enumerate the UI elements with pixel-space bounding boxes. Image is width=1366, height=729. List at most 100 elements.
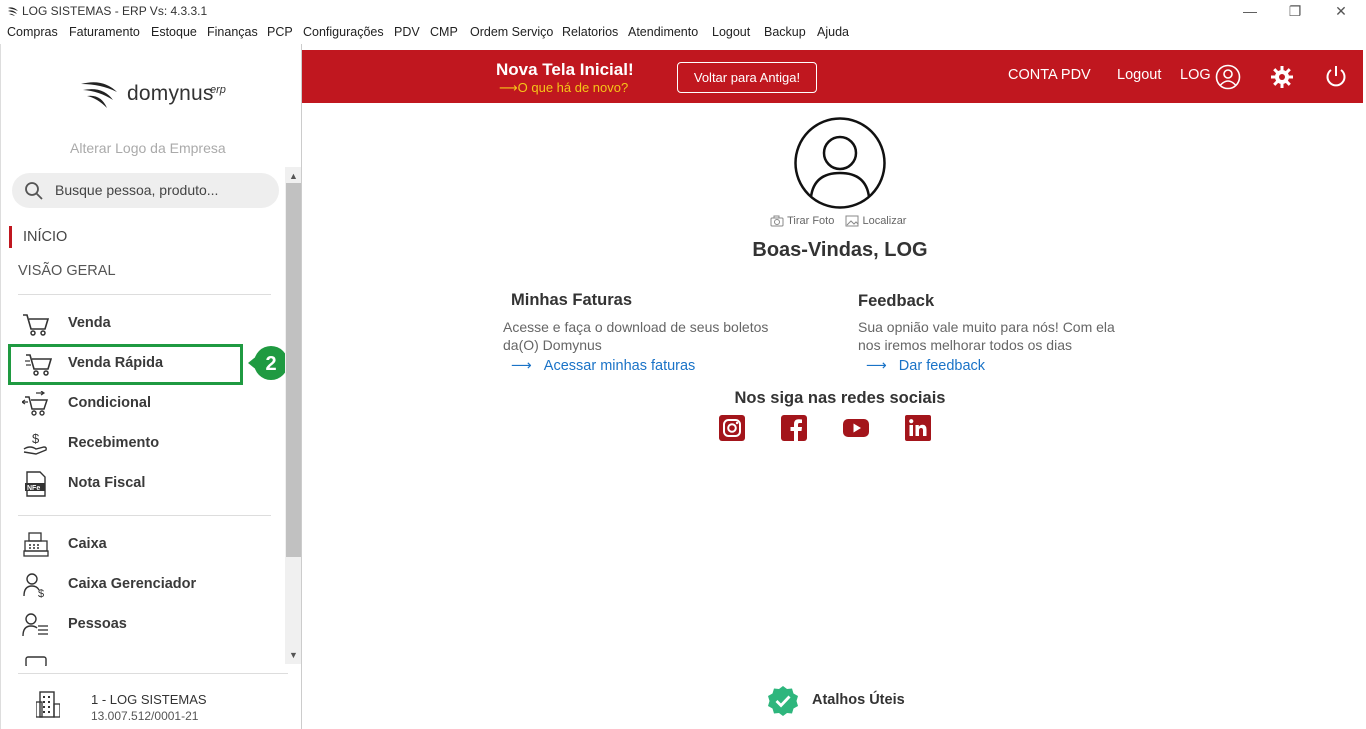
- menu-logout[interactable]: Logout: [712, 25, 750, 39]
- sidebar-item-venda[interactable]: Venda: [18, 306, 243, 342]
- sidebar-item-nota-fiscal[interactable]: NFe Nota Fiscal: [18, 466, 243, 502]
- user-money-icon: $: [23, 573, 44, 598]
- logout-link[interactable]: Logout: [1117, 67, 1161, 83]
- useful-shortcuts-label: Atalhos Úteis: [812, 692, 905, 708]
- menu-pcp[interactable]: PCP: [267, 25, 293, 39]
- sidebar-item-label: Caixa Gerenciador: [68, 576, 197, 592]
- conta-pdv-link[interactable]: CONTA PDV: [1008, 67, 1091, 83]
- arrow-right-icon: ⟶: [511, 358, 532, 374]
- sidebar-item-recebimento[interactable]: $ Recebimento: [18, 426, 243, 462]
- domynus-swoosh-icon: [81, 82, 117, 108]
- sidebar-item-label: Venda Rápida: [68, 355, 164, 371]
- feedback-link-label: Dar feedback: [898, 358, 986, 374]
- sidebar-item-label: Nota Fiscal: [68, 475, 146, 491]
- minimize-button[interactable]: —: [1230, 2, 1270, 20]
- whats-new-link[interactable]: ⟶O que há de novo?: [499, 80, 628, 96]
- scroll-down-icon[interactable]: ▼: [285, 648, 302, 662]
- feedback-link[interactable]: ⟶ Dar feedback: [866, 358, 985, 374]
- image-icon[interactable]: [845, 215, 859, 227]
- facebook-icon[interactable]: [781, 415, 807, 441]
- alter-logo-link[interactable]: Alterar Logo da Empresa: [70, 140, 226, 156]
- sidebar-item-partial: [18, 654, 278, 666]
- instagram-icon[interactable]: [719, 415, 745, 441]
- menu-pdv[interactable]: PDV: [394, 25, 420, 39]
- maximize-button[interactable]: ❐: [1275, 2, 1315, 20]
- nav-inicio[interactable]: INÍCIO: [9, 226, 67, 248]
- sidebar-item-label: Caixa: [68, 536, 107, 552]
- sidebar: domynus erp Alterar Logo da Empresa Busq…: [0, 44, 302, 729]
- cart-icon: [23, 314, 50, 336]
- search-input[interactable]: Busque pessoa, produto...: [12, 173, 279, 208]
- invoices-title: Minhas Faturas: [511, 291, 633, 309]
- nav-visao-geral[interactable]: VISÃO GERAL: [18, 263, 116, 279]
- people-list-icon: [22, 613, 48, 637]
- sidebar-item-label: Venda: [68, 315, 111, 331]
- social-title: Nos siga nas redes sociais: [734, 389, 946, 407]
- sidebar-item-condicional[interactable]: Condicional: [18, 386, 243, 422]
- scrollbar-thumb[interactable]: [286, 183, 301, 557]
- menu-bar: Compras Faturamento Estoque Finanças PCP…: [0, 22, 1366, 43]
- user-icon[interactable]: [1215, 64, 1241, 90]
- power-icon[interactable]: [1324, 64, 1348, 88]
- feedback-desc: Sua opnião vale muito para nós! Com ela …: [858, 319, 1115, 353]
- sidebar-item-venda-rapida[interactable]: Venda Rápida: [8, 344, 243, 385]
- camera-icon[interactable]: [770, 215, 784, 227]
- invoices-link-label: Acessar minhas faturas: [543, 358, 696, 374]
- gear-icon[interactable]: [1270, 65, 1294, 89]
- cart-arrows-icon: [22, 391, 49, 416]
- logo-sup: erp: [210, 84, 226, 96]
- money-hand-icon: $: [23, 431, 47, 455]
- sidebar-scrollbar[interactable]: ▲ ▼: [285, 167, 302, 664]
- menu-atendimento[interactable]: Atendimento: [628, 25, 698, 39]
- step-badge: 2: [248, 346, 288, 380]
- svg-text:$: $: [38, 588, 44, 598]
- youtube-icon[interactable]: [843, 415, 869, 441]
- back-to-old-button[interactable]: Voltar para Antiga!: [677, 62, 817, 93]
- menu-ordem-servico[interactable]: Ordem Serviço: [470, 25, 553, 39]
- menu-faturamento[interactable]: Faturamento: [69, 25, 140, 39]
- search-icon: [25, 182, 43, 200]
- sidebar-item-label: Condicional: [68, 395, 151, 411]
- main-content: Nova Tela Inicial! ⟶O que há de novo? Vo…: [301, 44, 1366, 729]
- menu-financas[interactable]: Finanças: [207, 25, 258, 39]
- box-icon: [25, 656, 47, 666]
- sidebar-item-label: Recebimento: [68, 435, 160, 451]
- take-photo-link[interactable]: Tirar Foto: [787, 215, 834, 227]
- building-icon: [36, 691, 60, 718]
- logo-text: domynus: [127, 82, 214, 105]
- user-name[interactable]: LOG: [1180, 67, 1211, 83]
- company-cnpj: 13.007.512/0001-21: [91, 709, 199, 723]
- sidebar-item-caixa[interactable]: Caixa: [18, 527, 243, 563]
- divider: [18, 515, 271, 516]
- step-badge-number: 2: [265, 353, 276, 375]
- invoices-link[interactable]: ⟶ Acessar minhas faturas: [511, 358, 695, 374]
- cart-fast-icon: [25, 354, 53, 376]
- window-titlebar: LOG SISTEMAS - ERP Vs: 4.3.3.1 — ❐ ✕: [0, 0, 1366, 22]
- menu-relatorios[interactable]: Relatorios: [562, 25, 618, 39]
- sidebar-item-caixa-gerenciador[interactable]: $ Caixa Gerenciador: [18, 567, 243, 603]
- top-banner: Nova Tela Inicial! ⟶O que há de novo? Vo…: [302, 50, 1363, 103]
- cash-register-icon: [23, 532, 49, 557]
- menu-estoque[interactable]: Estoque: [151, 25, 197, 39]
- company-info: 1 - LOG SISTEMAS 13.007.512/0001-21: [18, 673, 288, 728]
- linkedin-icon[interactable]: [905, 415, 931, 441]
- avatar[interactable]: [794, 117, 886, 209]
- photo-actions: Tirar Foto Localizar: [770, 215, 906, 227]
- scroll-up-icon[interactable]: ▲: [285, 169, 302, 183]
- locate-photo-link[interactable]: Localizar: [862, 215, 906, 227]
- menu-compras[interactable]: Compras: [7, 25, 58, 39]
- close-button[interactable]: ✕: [1321, 2, 1361, 20]
- arrow-right-icon: ⟶: [866, 358, 887, 374]
- menu-ajuda[interactable]: Ajuda: [817, 25, 849, 39]
- verified-check-icon: [768, 686, 798, 716]
- new-screen-title: Nova Tela Inicial!: [496, 60, 634, 79]
- menu-configuracoes[interactable]: Configurações: [303, 25, 384, 39]
- window-title: LOG SISTEMAS - ERP Vs: 4.3.3.1: [22, 4, 208, 18]
- sidebar-item-label: Pessoas: [68, 616, 127, 632]
- app-logo-icon: [8, 7, 18, 16]
- nfe-icon: NFe: [25, 471, 46, 497]
- menu-backup[interactable]: Backup: [764, 25, 806, 39]
- sidebar-item-pessoas[interactable]: Pessoas: [18, 607, 243, 643]
- menu-cmp[interactable]: CMP: [430, 25, 458, 39]
- feedback-title: Feedback: [858, 292, 935, 310]
